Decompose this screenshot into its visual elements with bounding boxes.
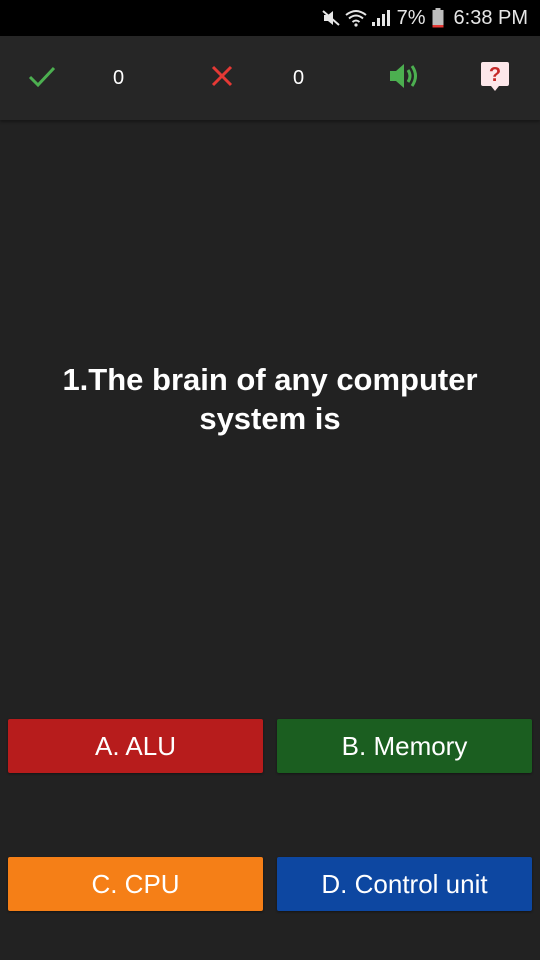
wrong-count: 0 xyxy=(293,66,305,89)
score-toolbar: 0 0 ? xyxy=(0,36,540,120)
correct-indicator xyxy=(27,36,57,120)
battery-icon xyxy=(432,8,444,28)
answer-button-b[interactable]: B. Memory xyxy=(277,719,532,773)
check-icon xyxy=(27,64,57,93)
answer-button-d[interactable]: D. Control unit xyxy=(277,857,532,911)
status-bar: 7% 6:38 PM xyxy=(0,0,540,36)
wrong-indicator xyxy=(210,36,234,120)
svg-text:?: ? xyxy=(489,64,501,86)
help-button[interactable]: ? xyxy=(480,36,510,120)
answer-button-c[interactable]: C. CPU xyxy=(8,857,263,911)
question-text: 1.The brain of any computer system is xyxy=(62,362,478,436)
battery-percent: 7% xyxy=(396,6,426,29)
cross-icon xyxy=(210,64,234,93)
sound-button[interactable] xyxy=(388,36,422,120)
answer-button-a[interactable]: A. ALU xyxy=(8,719,263,773)
clock: 6:38 PM xyxy=(453,6,528,29)
status-icons: 7% 6:38 PM xyxy=(321,0,528,36)
correct-count: 0 xyxy=(113,66,125,89)
signal-icon xyxy=(371,9,391,27)
wifi-icon xyxy=(344,9,367,27)
mute-icon xyxy=(321,9,341,27)
speaker-icon xyxy=(388,61,422,96)
help-icon: ? xyxy=(480,60,510,97)
